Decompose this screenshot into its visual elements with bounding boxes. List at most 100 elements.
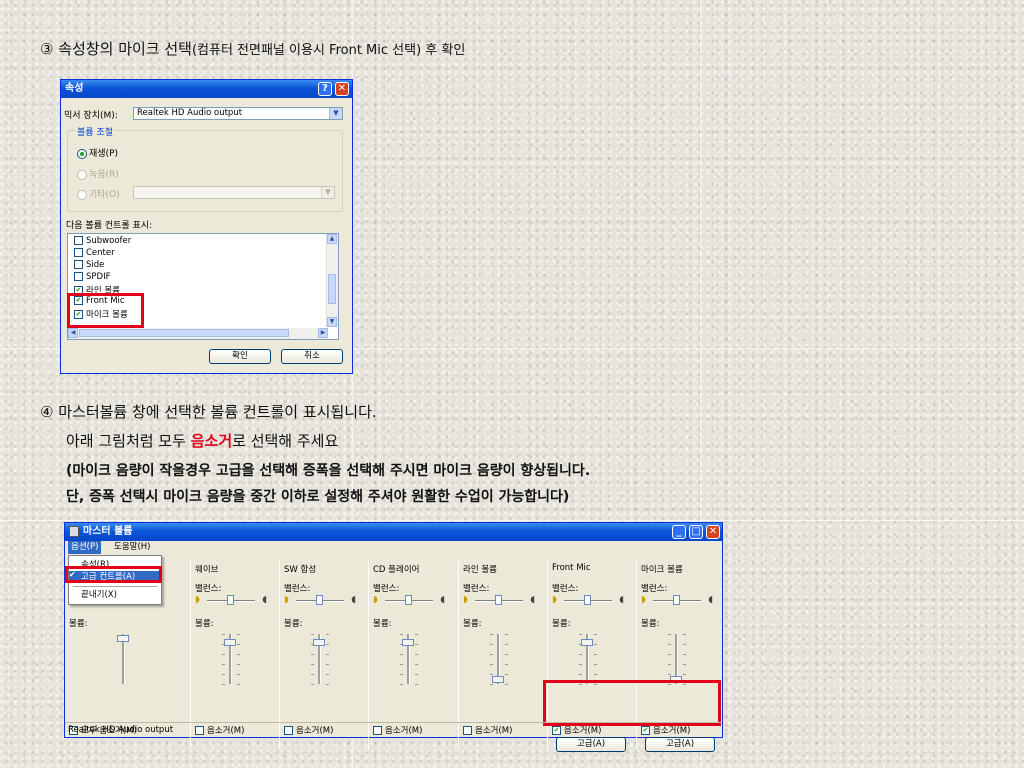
menu-separator [73,586,157,587]
volume-tick [594,644,597,645]
volume-tick [326,674,329,675]
step4-instruction: 아래 그림처럼 모두 음소거로 선택해 주세요 [66,430,338,451]
balance-thumb[interactable] [405,595,412,605]
balance-slider[interactable]: ◗ ◖ [284,595,356,607]
step4-line2-pre: 아래 그림처럼 모두 [66,432,191,450]
show-controls-label: 다음 볼륨 컨트롤 표시: [66,221,153,231]
volume-label: 볼륨: [373,619,392,629]
balance-thumb[interactable] [227,595,234,605]
speaker-right-icon: ◖ [708,595,713,605]
radio-icon [77,189,87,200]
checkbox [74,260,83,269]
step4-line2-post: 로 선택해 주세요 [232,432,339,450]
scroll-thumb[interactable] [328,274,336,304]
radio-record-label: 녹음(R) [89,170,119,180]
scroll-right-icon[interactable]: ▶ [318,328,328,338]
radio-other: 기타(O) [77,187,120,200]
volume-tick [579,654,582,655]
advanced-button[interactable]: 고급(A) [556,737,626,752]
volume-tick [579,664,582,665]
balance-thumb[interactable] [584,595,591,605]
balance-thumb[interactable] [673,595,680,605]
volume-thumb[interactable] [581,638,593,646]
checkbox [74,248,83,257]
checkbox [74,272,83,281]
horizontal-scrollbar[interactable]: ◀ ▶ [68,328,328,339]
balance-slider[interactable]: ◗ ◖ [463,595,535,607]
volume-thumb[interactable] [313,638,325,646]
speaker-right-icon: ◖ [619,595,624,605]
volume-tick [237,674,240,675]
volume-tick [311,684,314,685]
volume-tick [594,654,597,655]
volume-thumb[interactable] [492,676,504,683]
balance-label: 밸런스: [463,584,490,594]
volume-tick [400,664,403,665]
column-title: 웨이브 [195,565,219,575]
menu-item-exit[interactable]: 끝내기(X) [69,589,161,601]
speaker-right-icon: ◖ [351,595,356,605]
speaker-left-icon: ◗ [641,595,646,605]
volume-tick [326,634,329,635]
menu-help[interactable]: 도움말(H) [111,541,153,554]
scroll-thumb[interactable] [79,329,289,337]
list-item[interactable]: Center [74,248,115,258]
list-item[interactable]: Side [74,260,104,270]
column-title: SW 합성 [284,565,317,575]
step4-note-line2: 단, 증폭 선택시 마이크 음량을 중간 이하로 설정해 주셔야 원활한 수업이… [66,489,570,505]
speaker-left-icon: ◗ [373,595,378,605]
scroll-left-icon[interactable]: ◀ [68,328,78,338]
volume-tick [311,664,314,665]
close-icon[interactable]: ✕ [335,82,349,96]
scroll-down-icon[interactable]: ▼ [327,317,337,327]
close-icon[interactable]: ✕ [706,525,720,539]
volume-tick [311,674,314,675]
balance-thumb[interactable] [316,595,323,605]
volume-thumb[interactable] [224,638,236,646]
mixer-device-label: 믹서 장치(M): [64,111,118,121]
list-item[interactable]: Subwoofer [74,236,131,246]
highlight-box [543,680,721,726]
volume-tick [237,654,240,655]
balance-thumb[interactable] [495,595,502,605]
volume-tick [237,634,240,635]
scroll-up-icon[interactable]: ▲ [327,234,337,244]
volume-thumb[interactable] [402,638,414,646]
properties-titlebar: 속성 ? ✕ [61,80,352,98]
volume-tick [222,664,225,665]
vertical-scrollbar[interactable]: ▲ ▼ [326,234,338,327]
volume-tick [400,654,403,655]
step4-note-line1: (마이크 음량이 작을경우 고급을 선택해 증폭을 선택해 주시면 마이크 음량… [66,463,591,479]
list-item-label: Side [86,260,105,270]
speaker-left-icon: ◗ [195,595,200,605]
radio-record: 녹음(R) [77,167,119,180]
list-item[interactable]: SPDIF [74,272,110,282]
volume-tick [505,664,508,665]
menu-options[interactable]: 옵션(P) [68,541,102,554]
volume-thumb[interactable] [117,635,129,642]
list-item-label: Subwoofer [86,236,132,246]
volume-tick [668,654,671,655]
radio-playback[interactable]: 재생(P) [77,146,118,159]
ok-button[interactable]: 확인 [209,349,271,364]
cancel-button[interactable]: 취소 [281,349,343,364]
column-title: CD 플레이어 [373,565,420,575]
column-title: 라인 볼륨 [463,565,497,575]
step4-line1: 마스터볼륨 창에 선택한 볼륨 컨트롤이 표시됩니다. [53,403,377,421]
speaker-right-icon: ◖ [262,595,267,605]
volume-label: 볼륨: [641,619,660,629]
maximize-icon[interactable]: □ [689,525,703,539]
advanced-button[interactable]: 고급(A) [645,737,715,752]
step4-number: ④ [40,403,54,421]
volume-tick [668,634,671,635]
balance-slider[interactable]: ◗ ◖ [195,595,267,607]
speaker-left-icon: ◗ [284,595,289,605]
help-icon[interactable]: ? [318,82,332,96]
balance-slider[interactable]: ◗ ◖ [641,595,713,607]
step3-number: ③ [40,40,54,58]
mixer-device-select[interactable]: Realtek HD Audio output ▼ [133,107,343,120]
minimize-icon[interactable]: _ [672,525,686,539]
other-device-select: ▼ [133,186,335,199]
balance-slider[interactable]: ◗ ◖ [552,595,624,607]
balance-slider[interactable]: ◗ ◖ [373,595,445,607]
